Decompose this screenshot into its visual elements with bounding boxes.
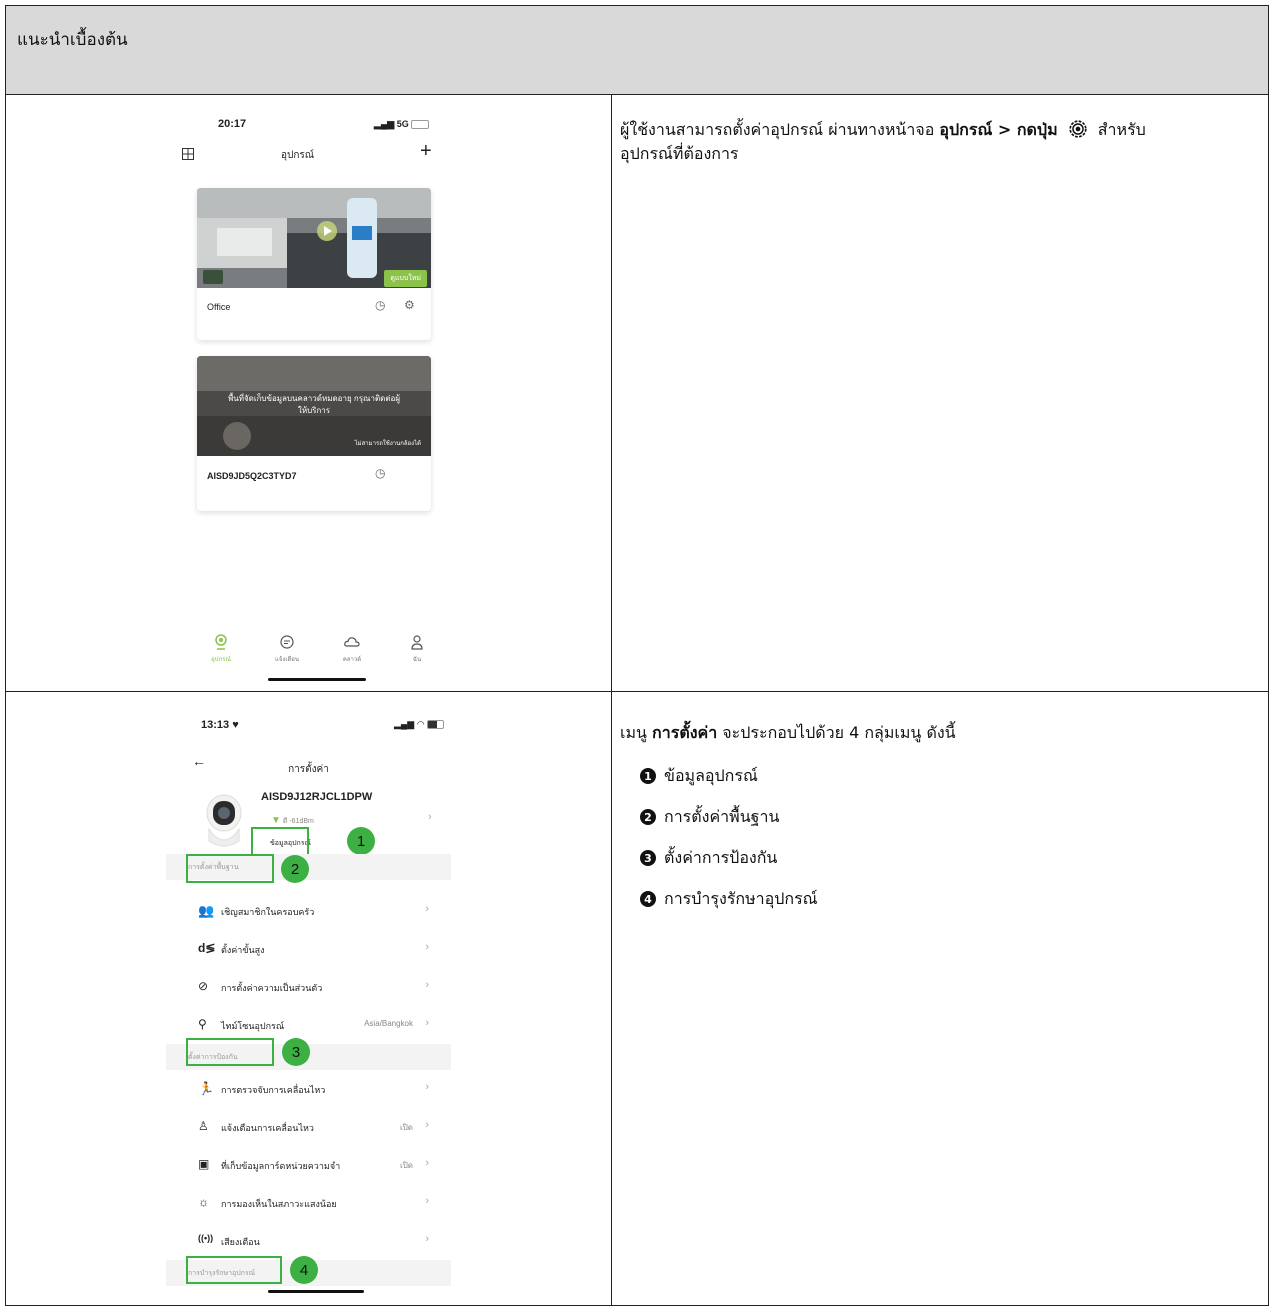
- cloud-icon: [344, 637, 360, 647]
- screen-title: อุปกรณ์: [281, 150, 315, 161]
- home-indicator: [268, 1290, 364, 1293]
- camera-icon: [215, 634, 227, 650]
- settings-gear-icon[interactable]: ⚙: [404, 298, 415, 312]
- settings-row[interactable]: ⊘ การตั้งค่าความเป็นส่วนตัว ›: [166, 968, 451, 1006]
- cloud-expired-message: พื้นที่จัดเก็บข้อมูลบนคลาวด์หมดอายุ กรุณ…: [227, 394, 401, 415]
- menu-group-list: 1 ข้อมูลอุปกรณ์ 2 การตั้งค่าพื้นฐาน 3 ตั้งค…: [640, 764, 818, 911]
- callout-box-4: [186, 1256, 282, 1284]
- chevron-right-icon: ›: [425, 1157, 429, 1169]
- wifi-icon: ◠: [416, 719, 425, 729]
- settings-row[interactable]: 🏃 การตรวจจับการเคลื่อนไหว ›: [166, 1070, 451, 1108]
- user-icon: [411, 635, 423, 650]
- settings-row[interactable]: ((•)) เสียงเตือน ›: [166, 1222, 451, 1260]
- number-marker: 1: [640, 768, 656, 784]
- number-marker: 3: [640, 850, 656, 866]
- section-header: แนะนำเบื้องต้น: [6, 6, 1268, 95]
- grid-icon[interactable]: [182, 148, 194, 160]
- tab-devices[interactable]: อุปกรณ์: [196, 634, 246, 664]
- number-marker: 2: [640, 809, 656, 825]
- callout-number-3: 3: [282, 1038, 310, 1066]
- battery-icon: [411, 120, 430, 130]
- privacy-eye-icon: ⊘: [198, 979, 209, 993]
- status-signal: ▂▄▆ 5G: [374, 119, 430, 130]
- wifi-icon: ▼: [271, 815, 281, 826]
- tab-notifications[interactable]: แจ้งเตือน: [262, 634, 312, 664]
- chevron-right-icon: ›: [425, 1017, 429, 1029]
- chevron-right-icon: ›: [425, 1081, 429, 1093]
- history-icon[interactable]: ◷: [375, 466, 385, 480]
- device-card-2[interactable]: พื้นที่จัดเก็บข้อมูลบนคลาวด์หมดอายุ กรุณ…: [197, 356, 431, 511]
- card-device-name: AISD9JD5Q2C3TYD7: [207, 471, 297, 481]
- status-time: 13:13 ♥: [201, 719, 239, 731]
- column-divider: [611, 94, 612, 1305]
- callout-number-4: 4: [290, 1256, 318, 1284]
- advanced-settings-icon: d≶: [198, 941, 216, 955]
- chevron-right-icon[interactable]: ›: [428, 811, 432, 823]
- alarm-light-icon: ♙: [198, 1119, 209, 1133]
- chevron-right-icon: ›: [425, 1233, 429, 1245]
- path-bold: อุปกรณ์ > กดปุ่ม: [939, 120, 1058, 139]
- guide-document: แนะนำเบื้องต้น ผู้ใช้งานสามารถตั้งค่าอุป…: [5, 5, 1269, 1306]
- tab-me[interactable]: ฉัน: [392, 634, 442, 664]
- family-icon: 👥: [198, 903, 215, 918]
- row-divider: [6, 691, 1268, 692]
- wifi-status-icon: [203, 270, 223, 284]
- chevron-right-icon: ›: [425, 1119, 429, 1131]
- camera-device-image: [206, 794, 242, 847]
- motion-detection-icon: 🏃: [198, 1081, 215, 1096]
- tab-cloud[interactable]: คลาวด์: [327, 634, 377, 664]
- chevron-right-icon: ›: [425, 903, 429, 915]
- settings-row[interactable]: ♙ แจ้งเตือนการเคลื่อนไหว เปิด ›: [166, 1108, 451, 1146]
- list-item: 3 ตั้งค่าการป้องกัน: [640, 846, 818, 870]
- settings-row[interactable]: ☼ การมองเห็นในสภาวะแสงน้อย ›: [166, 1184, 451, 1222]
- signal-bars-icon: ▂▄▆: [394, 719, 415, 729]
- battery-icon: [427, 720, 445, 730]
- settings-screenshot: 13:13 ♥ ▂▄▆ ◠ ← การตั้งค่า AISD9J12RJCL1…: [166, 694, 451, 1305]
- signal-bars-icon: ▂▄▆: [374, 119, 395, 129]
- callout-number-1: 1: [347, 827, 375, 855]
- sd-card-icon: ▣: [198, 1157, 210, 1171]
- row1-instruction: ผู้ใช้งานสามารถตั้งค่าอุปกรณ์ ผ่านทางหน้…: [620, 120, 1146, 163]
- card-device-name: Office: [207, 302, 231, 312]
- list-item: 2 การตั้งค่าพื้นฐาน: [640, 805, 818, 829]
- night-vision-icon: ☼: [198, 1195, 209, 1209]
- gear-icon: [1069, 120, 1087, 138]
- settings-row[interactable]: 👥 เชิญสมาชิกในครอบครัว ›: [166, 892, 451, 930]
- history-icon[interactable]: ◷: [375, 298, 385, 312]
- settings-row[interactable]: d≶ ตั้งค่าขั้นสูง ›: [166, 930, 451, 968]
- number-marker: 4: [640, 891, 656, 907]
- callout-box-3: [186, 1038, 274, 1066]
- signal-strength: ▼ ดี -61dBm: [271, 815, 314, 826]
- chevron-right-icon: ›: [425, 941, 429, 953]
- list-item: 1 ข้อมูลอุปกรณ์: [640, 764, 818, 788]
- callout-box-2: [186, 854, 274, 883]
- status-icons: ▂▄▆ ◠: [394, 719, 445, 730]
- list-item: 4 การบำรุงรักษาอุปกรณ์: [640, 887, 818, 911]
- home-indicator: [268, 678, 366, 681]
- section-title: แนะนำเบื้องต้น: [17, 30, 128, 50]
- device-name: AISD9J12RJCL1DPW: [261, 791, 373, 803]
- camera-unavailable-label: ไม่สามารถใช้งานกล้องได้: [354, 441, 421, 447]
- settings-title: การตั้งค่า: [288, 764, 329, 775]
- device-card-office[interactable]: ดูแบบใหม่ Office ◷ ⚙: [197, 188, 431, 340]
- heart-icon: ♥: [232, 719, 239, 731]
- chevron-right-icon: ›: [425, 1195, 429, 1207]
- siren-icon: ((•)): [198, 1233, 214, 1243]
- callout-number-2: 2: [281, 855, 309, 883]
- status-time: 20:17: [218, 118, 247, 130]
- add-icon[interactable]: +: [420, 140, 432, 163]
- device-list-screenshot: 20:17 ▂▄▆ 5G อุปกรณ์ + ดูแบบใหม่ Office: [156, 106, 456, 691]
- chevron-right-icon: ›: [425, 979, 429, 991]
- row2-intro: เมนู การตั้งค่า จะประกอบไปด้วย 4 กลุ่มเม…: [620, 723, 956, 742]
- new-view-badge[interactable]: ดูแบบใหม่: [384, 270, 427, 287]
- settings-row[interactable]: ▣ ที่เก็บข้อมูลการ์ดหน่วยความจำ เปิด ›: [166, 1146, 451, 1184]
- location-pin-icon: ⚲: [198, 1017, 207, 1031]
- message-icon: [280, 635, 294, 649]
